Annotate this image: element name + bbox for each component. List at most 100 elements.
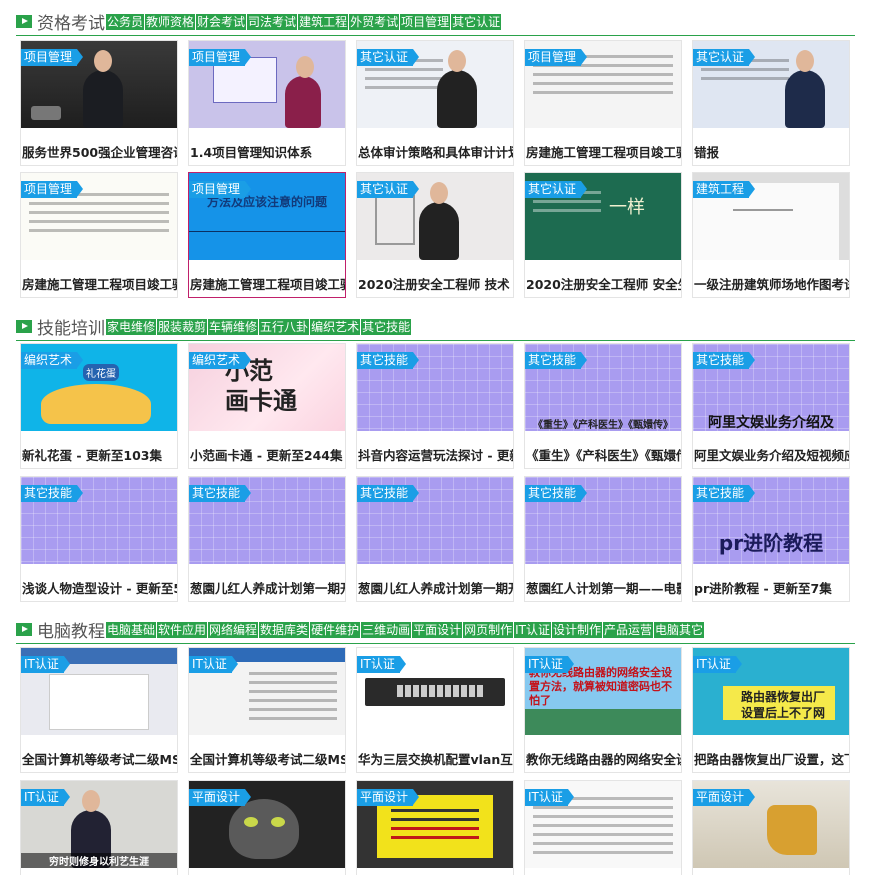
course-card[interactable]: 礼花蛋 编织艺术 新礼花蛋 - 更新至103集 [20,343,178,469]
category-badge: 项目管理 [189,49,252,66]
category-badge: 其它认证 [525,181,588,198]
course-card[interactable]: 《重生》《产科医生》《甄嬛传》 其它技能 《重生》《产科医生》《甄嬛传》 [524,343,682,469]
tag-link[interactable]: 编织艺术 [310,318,361,335]
tag-link[interactable]: 网络编程 [208,621,259,638]
tag-link[interactable]: 其它认证 [451,13,502,30]
course-card[interactable]: 一样 其它认证 2020注册安全工程师 安全生产 [524,172,682,298]
thumb-caption: 《重生》《产科医生》《甄嬛传》 [533,420,673,431]
section-title: 资格考试 [37,14,105,34]
play-icon [16,320,32,333]
tag-link[interactable]: 设计制作 [552,621,603,638]
course-grid: 礼花蛋 编织艺术 新礼花蛋 - 更新至103集 小范 画卡通 编织艺术 小范画卡… [20,343,852,469]
category-badge: IT认证 [21,789,70,806]
course-card[interactable]: 其它技能 葱園红人计划第一期——电影 [524,476,682,602]
category-badge: 其它技能 [693,485,756,502]
course-grid: 穷时则修身以利艺生涯 IT认证 平面设计 平面设计 IT认证 平面设计 [20,780,852,875]
course-card[interactable]: IT认证 全国计算机等级考试二级MS Office [188,647,346,773]
category-badge: 平面设计 [693,789,756,806]
category-badge: IT认证 [357,656,406,673]
course-title: 葱園儿红人养成计划第一期开营 [358,581,513,596]
course-card[interactable]: 小范 画卡通 编织艺术 小范画卡通 - 更新至244集 [188,343,346,469]
thumb-caption: 阿里文娱业务介绍及 [708,415,834,431]
tag-link[interactable]: 软件应用 [157,621,208,638]
category-badge: 编织艺术 [21,352,84,369]
course-card[interactable]: 路由器恢复出厂 设置后上不了网 IT认证 把路由器恢复出厂设置，这下不用 [692,647,850,773]
category-badge: 其它技能 [357,485,420,502]
course-card[interactable]: 平面设计 [188,780,346,875]
course-card[interactable]: 项目管理 服务世界500强企业管理咨询 [20,40,178,166]
course-title: 1.4项目管理知识体系 [190,145,313,160]
course-card[interactable]: 平面设计 [692,780,850,875]
tag-link[interactable]: 平面设计 [412,621,463,638]
section-header-qualification: 资格考试 公务员 教师资格 财会考试 司法考试 建筑工程 外贸考试 项目管理 其… [16,8,855,36]
course-card[interactable]: 项目管理 房建施工管理工程项目竣工验收 [20,172,178,298]
tag-link[interactable]: 服装裁剪 [157,318,208,335]
course-card[interactable]: 阿里文娱业务介绍及 其它技能 阿里文娱业务介绍及短视频应用 [692,343,850,469]
course-card[interactable]: 教你无线路由器的网络安全设置方法，就算被知道密码也不怕了 IT认证 教你无线路由… [524,647,682,773]
course-card[interactable]: 建筑工程 一级注册建筑师场地作图考试 [692,172,850,298]
category-badge: 建筑工程 [693,181,756,198]
section-title: 技能培训 [37,319,105,339]
course-grid: 项目管理 服务世界500强企业管理咨询 项目管理 1.4项目管理知识体系 其它认… [20,40,852,166]
thumb-caption: 路由器恢复出厂 [740,690,825,704]
course-title: 房建施工管理工程项目竣工验收 [526,145,681,160]
course-title: 《重生》《产科医生》《甄嬛传》 [526,448,681,463]
course-card[interactable]: 其它认证 错报 [692,40,850,166]
tag-link[interactable]: 外贸考试 [349,13,400,30]
tag-link[interactable]: 财会考试 [196,13,247,30]
course-card[interactable]: 其它技能 葱園儿红人养成计划第一期开营 [356,476,514,602]
section-title: 电脑教程 [37,622,105,642]
category-badge: 其它认证 [357,181,420,198]
tag-link[interactable]: 教师资格 [145,13,196,30]
course-card[interactable]: IT认证 [524,780,682,875]
course-card[interactable]: IT认证 全国计算机等级考试二级MS Office [20,647,178,773]
course-title: 总体审计策略和具体审计计划 [358,145,513,160]
category-badge: 项目管理 [21,181,84,198]
course-card[interactable]: 其它技能 浅谈人物造型设计 - 更新至5集 [20,476,178,602]
tag-link[interactable]: 电脑基础 [106,621,157,638]
course-card[interactable]: 其它技能 抖音内容运营玩法探讨 - 更新至 [356,343,514,469]
course-title: 抖音内容运营玩法探讨 - 更新至 [358,448,513,463]
category-badge: IT认证 [189,656,238,673]
thumb-caption: 设置后上不了网 [740,706,825,720]
tag-link[interactable]: 项目管理 [400,13,451,30]
course-title: 2020注册安全工程师 安全生产 [526,277,681,292]
tag-link[interactable]: 其它技能 [361,318,412,335]
course-title: 浅谈人物造型设计 - 更新至5集 [22,581,177,596]
thumb-caption: pr进阶教程 [718,531,824,555]
course-title: 服务世界500强企业管理咨询 [22,145,177,160]
category-badge: 其它技能 [357,352,420,369]
category-badge: 项目管理 [21,49,84,66]
tag-link[interactable]: 三维动画 [361,621,412,638]
course-grid: 项目管理 房建施工管理工程项目竣工验收 方法及应该注意的问题 项目管理 房建施工… [20,172,852,298]
course-card[interactable]: 项目管理 1.4项目管理知识体系 [188,40,346,166]
course-title: 错报 [694,145,720,160]
course-card[interactable]: 方法及应该注意的问题 项目管理 房建施工管理工程项目竣工验收 [188,172,346,298]
tag-link[interactable]: 司法考试 [247,13,298,30]
course-card[interactable]: 平面设计 [356,780,514,875]
course-title: 华为三层交换机配置vlan互相通信 [358,752,513,767]
course-card[interactable]: pr进阶教程 其它技能 pr进阶教程 - 更新至7集 [692,476,850,602]
section-header-computer: 电脑教程 电脑基础 软件应用 网络编程 数据库类 硬件维护 三维动画 平面设计 … [16,616,855,644]
tag-link[interactable]: 硬件维护 [310,621,361,638]
course-title: 教你无线路由器的网络安全设置方法 [526,752,681,767]
course-card[interactable]: IT认证 华为三层交换机配置vlan互相通信 [356,647,514,773]
thumb-caption: 穷时则修身以利艺生涯 [21,853,177,868]
tag-link[interactable]: 公务员 [106,13,145,30]
tag-link[interactable]: IT认证 [514,621,551,638]
course-card[interactable]: 穷时则修身以利艺生涯 IT认证 [20,780,178,875]
course-card[interactable]: 项目管理 房建施工管理工程项目竣工验收 [524,40,682,166]
tag-link[interactable]: 数据库类 [259,621,310,638]
course-title: 2020注册安全工程师 技术 考点 [358,277,513,292]
tag-link[interactable]: 五行八卦 [259,318,310,335]
course-card[interactable]: 其它认证 2020注册安全工程师 技术 考点 [356,172,514,298]
tag-link[interactable]: 车辆维修 [208,318,259,335]
tag-link[interactable]: 网页制作 [463,621,514,638]
tag-link[interactable]: 建筑工程 [298,13,349,30]
category-badge: 其它技能 [525,352,588,369]
tag-link[interactable]: 家电维修 [106,318,157,335]
tag-link[interactable]: 电脑其它 [654,621,705,638]
course-card[interactable]: 其它认证 总体审计策略和具体审计计划 [356,40,514,166]
course-card[interactable]: 其它技能 葱園儿红人养成计划第一期开营 [188,476,346,602]
tag-link[interactable]: 产品运营 [603,621,654,638]
